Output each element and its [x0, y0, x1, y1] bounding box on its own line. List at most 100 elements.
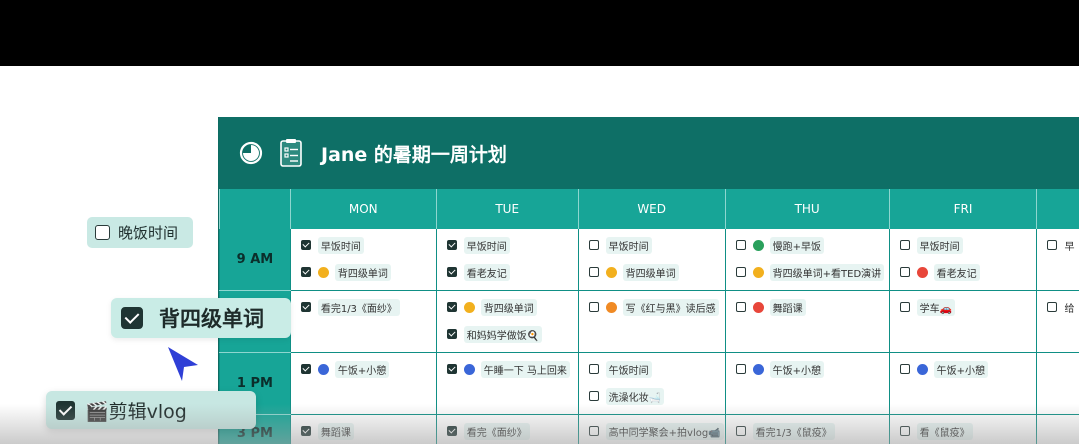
checkbox-checked[interactable]	[300, 364, 311, 374]
green-tag-icon	[752, 239, 764, 251]
task-item[interactable]: 看《鼠疫》	[899, 422, 1037, 440]
blue-tag-icon	[752, 363, 764, 375]
task-item[interactable]: 和妈妈学做饭🍳	[446, 325, 578, 343]
checkbox[interactable]	[588, 364, 599, 374]
task-item[interactable]: 午饭+小憩	[899, 360, 1037, 378]
task-item[interactable]: 背四级单词	[446, 298, 578, 316]
checkbox[interactable]	[95, 225, 110, 240]
yellow-tag-icon	[752, 266, 764, 278]
day-header-partial	[1036, 189, 1079, 229]
task-text: 高中同学聚会+拍vlog📹	[605, 422, 724, 440]
checkbox-checked[interactable]	[446, 240, 457, 250]
partial-cell	[1036, 414, 1079, 444]
checkbox-checked[interactable]	[300, 426, 311, 436]
checkbox[interactable]	[735, 267, 746, 277]
task-item[interactable]: 看老友记	[899, 263, 1037, 281]
task-text: 舞蹈课	[317, 422, 354, 440]
checkbox[interactable]	[588, 391, 599, 401]
blue-tag-icon	[317, 363, 329, 375]
task-item[interactable]: 舞蹈课	[735, 298, 889, 316]
partial-cell: 给	[1036, 290, 1079, 353]
schedule-cell: 看《鼠疫》	[888, 414, 1037, 444]
checkbox[interactable]	[588, 426, 599, 436]
task-item[interactable]: 午饭时间	[588, 360, 725, 378]
task-item[interactable]: 早	[1047, 236, 1079, 254]
pie-chart-icon[interactable]	[239, 141, 263, 165]
checkbox[interactable]	[735, 426, 746, 436]
task-item[interactable]: 高中同学聚会+拍vlog📹	[588, 422, 725, 440]
schedule-cell: 午饭+小憩	[724, 352, 890, 415]
task-text: 舞蹈课	[769, 298, 806, 316]
partial-cell	[1036, 352, 1079, 415]
task-label: 晚饭时间	[118, 224, 179, 242]
checklist-document-icon	[280, 139, 302, 167]
time-label: 9 AM	[219, 229, 291, 291]
board-title: Jane 的暑期一周计划	[321, 144, 507, 166]
checkbox-checked[interactable]	[121, 307, 143, 329]
partial-cell: 早	[1036, 229, 1079, 291]
floating-task-vlog[interactable]: 🎬剪辑vlog	[46, 391, 256, 429]
task-item[interactable]: 给	[1047, 298, 1079, 316]
checkbox-checked[interactable]	[300, 267, 311, 277]
task-item[interactable]: 洗澡化妆🛁	[588, 387, 725, 405]
task-item[interactable]: 舞蹈课	[300, 422, 436, 440]
checkbox[interactable]	[899, 426, 910, 436]
checkbox[interactable]	[735, 240, 746, 250]
task-item[interactable]: 背四级单词	[588, 263, 725, 281]
checkbox[interactable]	[1047, 302, 1058, 312]
checkbox[interactable]	[1047, 240, 1058, 250]
task-text: 早	[1064, 241, 1075, 253]
task-item[interactable]: 写《红与黑》读后感	[588, 298, 725, 316]
checkbox[interactable]	[735, 364, 746, 374]
floating-task-dinner[interactable]: 晚饭时间	[87, 217, 193, 248]
checkbox-checked[interactable]	[300, 240, 311, 250]
task-item[interactable]: 午睡一下 马上回来	[446, 360, 578, 378]
task-item[interactable]: 早饭时间	[300, 236, 436, 254]
task-item[interactable]: 午饭+小憩	[735, 360, 889, 378]
checkbox[interactable]	[588, 240, 599, 250]
task-item[interactable]: 看完1/3《面纱》	[300, 298, 436, 316]
task-label: 🎬剪辑vlog	[85, 400, 187, 423]
schedule-cell: 早饭时间看老友记	[435, 229, 579, 291]
checkbox[interactable]	[588, 267, 599, 277]
task-item[interactable]: 背四级单词	[300, 263, 436, 281]
task-item[interactable]: 早饭时间	[899, 236, 1037, 254]
schedule-cell: 写《红与黑》读后感	[577, 290, 726, 353]
checkbox-checked[interactable]	[300, 302, 311, 312]
checkbox[interactable]	[899, 302, 910, 312]
yellow-tag-icon	[463, 301, 475, 313]
day-header-thu: THU	[724, 189, 890, 229]
task-item[interactable]: 背四级单词+看TED演讲	[735, 263, 889, 281]
checkbox[interactable]	[899, 267, 910, 277]
checkbox-checked[interactable]	[446, 364, 457, 374]
day-header-row: MON TUE WED THU FRI	[219, 189, 1079, 229]
task-item[interactable]: 学车🚗	[899, 298, 1037, 316]
schedule-row: 3 PM 舞蹈课 看完《面纱》 高中同学聚会+拍vlog📹 看完1/3《鼠疫》 看《鼠疫》	[219, 414, 1079, 444]
task-text: 看老友记	[463, 263, 510, 281]
day-header-wed: WED	[577, 189, 726, 229]
task-item[interactable]: 看老友记	[446, 263, 578, 281]
checkbox[interactable]	[588, 302, 599, 312]
task-item[interactable]: 慢跑+早饭	[735, 236, 889, 254]
checkbox[interactable]	[735, 302, 746, 312]
schedule-cell: 背四级单词和妈妈学做饭🍳	[435, 290, 579, 353]
checkbox-checked[interactable]	[56, 400, 75, 420]
checkbox[interactable]	[899, 240, 910, 250]
board-header: Jane 的暑期一周计划	[219, 117, 1079, 189]
task-text: 写《红与黑》读后感	[622, 298, 719, 316]
task-item[interactable]: 早饭时间	[588, 236, 725, 254]
task-item[interactable]: 看完1/3《鼠疫》	[735, 422, 889, 440]
task-item[interactable]: 看完《面纱》	[446, 422, 578, 440]
time-header-corner	[219, 189, 291, 229]
checkbox-checked[interactable]	[446, 302, 457, 312]
schedule-cell: 早饭时间 看老友记	[888, 229, 1037, 291]
task-item[interactable]: 早饭时间	[446, 236, 578, 254]
floating-task-vocab[interactable]: 背四级单词	[111, 298, 291, 338]
checkbox[interactable]	[899, 364, 910, 374]
checkbox-checked[interactable]	[446, 426, 457, 436]
task-text: 慢跑+早饭	[769, 236, 825, 254]
checkbox-checked[interactable]	[446, 267, 457, 277]
task-label: 背四级单词	[159, 307, 264, 331]
checkbox-checked[interactable]	[446, 329, 457, 339]
task-item[interactable]: 午饭+小憩	[300, 360, 436, 378]
